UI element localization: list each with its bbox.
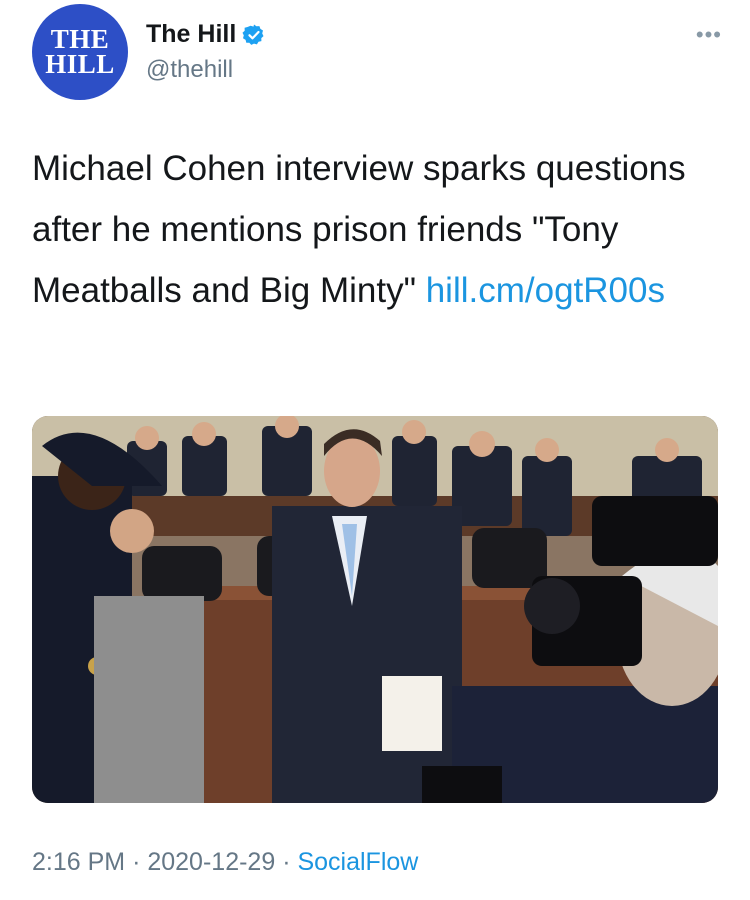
tweet-text: Michael Cohen interview sparks questions… [32,138,692,321]
verified-badge-icon [242,24,264,45]
more-options-icon[interactable]: ••• [696,22,722,48]
name-row: The Hill [146,20,266,49]
tweet-source[interactable]: SocialFlow [297,848,418,876]
tweet-header: THE HILL The Hill @thehill ••• [32,4,722,100]
avatar-text-line2: HILL [45,49,115,79]
photo-illustration [32,416,718,803]
account-handle[interactable]: @thehill [146,56,233,84]
tweet-date[interactable]: 2020-12-29 [147,848,275,876]
tweet-time[interactable]: 2:16 PM [32,848,125,876]
tweet-meta: 2:16 PM · 2020-12-29 · SocialFlow [32,848,418,877]
meta-separator: · [132,848,141,876]
tweet-photo[interactable] [32,416,718,803]
meta-separator: · [282,848,291,876]
avatar[interactable]: THE HILL [32,4,128,100]
display-name[interactable]: The Hill [146,20,236,49]
tweet-link[interactable]: hill.cm/ogtR00s [426,271,665,310]
